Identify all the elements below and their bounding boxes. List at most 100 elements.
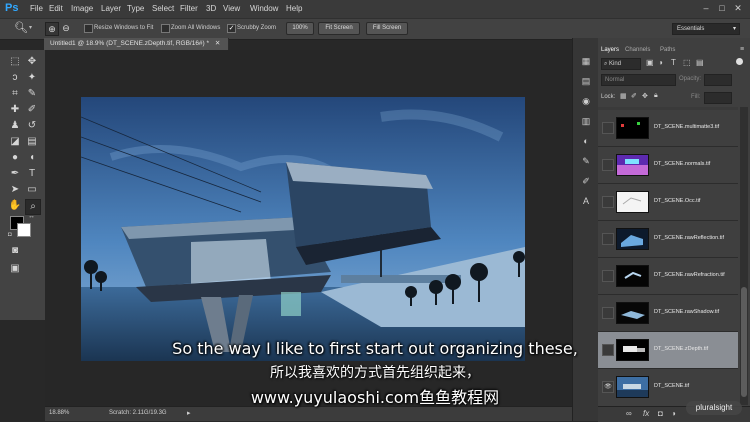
path-select-icon[interactable]: ➤: [8, 183, 22, 197]
menu-view[interactable]: View: [223, 4, 240, 13]
menu-image[interactable]: Image: [71, 4, 93, 13]
type-tool-icon[interactable]: T: [25, 167, 39, 181]
layer-row[interactable]: DT_SCENE.Occ.tif: [598, 184, 738, 221]
lock-transparent-icon[interactable]: ▦: [620, 92, 627, 100]
layer-row[interactable]: DT_SCENE.rawReflection.tif: [598, 221, 738, 258]
crop-tool-icon[interactable]: ⌗: [8, 87, 22, 101]
layer-visibility-toggle[interactable]: [602, 122, 614, 134]
menu-window[interactable]: Window: [250, 4, 278, 13]
history-brush-icon[interactable]: ↺: [25, 119, 39, 133]
resize-windows-checkbox[interactable]: [84, 24, 93, 33]
brush-panel-icon[interactable]: ✐: [579, 174, 593, 188]
layer-visibility-toggle[interactable]: [602, 233, 614, 245]
scrubby-checkbox-checked-icon[interactable]: ✓: [227, 24, 236, 33]
panel-menu-icon[interactable]: ≡: [740, 46, 744, 53]
filter-type-icon[interactable]: T: [671, 58, 676, 67]
menu-3d[interactable]: 3D: [206, 4, 216, 13]
maximize-icon[interactable]: □: [716, 2, 728, 14]
styles-panel-icon[interactable]: ✎: [579, 154, 593, 168]
clone-stamp-icon[interactable]: ♟: [8, 119, 22, 133]
swatches-panel-icon[interactable]: ▥: [579, 114, 593, 128]
link-layers-icon[interactable]: ∞: [626, 409, 632, 418]
fill-field[interactable]: [704, 92, 732, 104]
layer-visibility-toggle[interactable]: [602, 196, 614, 208]
fill-screen-button[interactable]: Fill Screen: [366, 22, 408, 35]
shape-tool-icon[interactable]: ▭: [25, 183, 39, 197]
filter-toggle-icon[interactable]: [736, 58, 743, 65]
brush-tool-icon[interactable]: ✐: [25, 103, 39, 117]
filter-kind-select[interactable]: ⌕ Kind: [601, 58, 641, 70]
adjustment-layer-icon[interactable]: ◑: [671, 409, 676, 418]
menu-edit[interactable]: Edit: [49, 4, 63, 13]
zoom-tool-icon[interactable]: 🔍︎: [14, 21, 28, 34]
dodge-tool-icon[interactable]: ◖: [25, 151, 39, 165]
menu-filter[interactable]: Filter: [180, 4, 198, 13]
close-icon[interactable]: ✕: [732, 2, 744, 14]
layer-row[interactable]: DT_SCENE.normals.tif: [598, 147, 738, 184]
layer-name: DT_SCENE.rawRefraction.tif: [654, 272, 725, 278]
menu-select[interactable]: Select: [152, 4, 174, 13]
fit-screen-button[interactable]: Fit Screen: [318, 22, 360, 35]
filter-shape-icon[interactable]: ⬚: [683, 58, 691, 67]
lock-position-icon[interactable]: ✥: [642, 92, 648, 100]
tab-channels[interactable]: Channels: [625, 47, 650, 53]
blend-mode-select[interactable]: Normal: [601, 74, 676, 86]
minimize-icon[interactable]: –: [700, 2, 712, 14]
layer-mask-icon[interactable]: ◘: [658, 409, 663, 418]
close-tab-icon[interactable]: ✕: [215, 40, 220, 47]
zoom-level[interactable]: 18.88%: [49, 410, 69, 416]
screen-mode-icon[interactable]: ▣: [8, 262, 22, 276]
zoom-out-icon[interactable]: ⊖: [60, 22, 72, 34]
healing-brush-icon[interactable]: ✚: [8, 103, 22, 117]
character-panel-icon[interactable]: A: [579, 194, 593, 208]
menu-layer[interactable]: Layer: [101, 4, 121, 13]
zoom-all-checkbox[interactable]: [161, 24, 170, 33]
hand-tool-icon[interactable]: ✋: [8, 199, 22, 213]
lock-all-icon[interactable]: 🔒︎: [654, 92, 658, 100]
eyedropper-icon[interactable]: ✎: [25, 87, 39, 101]
lasso-tool-icon[interactable]: ↄ: [8, 71, 22, 85]
workspace-select[interactable]: Essentials ▾: [672, 23, 740, 35]
opacity-field[interactable]: [704, 74, 732, 86]
gradient-tool-icon[interactable]: ▤: [25, 135, 39, 149]
swap-colors-icon[interactable]: ↔: [28, 213, 35, 220]
layer-row[interactable]: DT_SCENE.rawRefraction.tif: [598, 258, 738, 295]
document-tab[interactable]: Untitled1 @ 18.9% (DT_SCENE.zDepth.tif, …: [44, 38, 229, 50]
menu-type[interactable]: Type: [127, 4, 144, 13]
filter-smart-object-icon[interactable]: ▤: [696, 58, 704, 67]
tool-preset-chevron-icon[interactable]: ▾: [29, 24, 32, 31]
background-color-swatch[interactable]: [17, 223, 31, 237]
tab-paths[interactable]: Paths: [660, 47, 675, 53]
zoom-100-button[interactable]: 100%: [286, 22, 314, 35]
eraser-icon[interactable]: ◪: [8, 135, 22, 149]
layer-thumbnail: [616, 154, 649, 176]
blur-tool-icon[interactable]: ●: [8, 151, 22, 165]
adjustments-panel-icon[interactable]: ◐: [579, 134, 593, 148]
layer-visibility-toggle[interactable]: [602, 159, 614, 171]
filter-pixel-icon[interactable]: ▣: [646, 58, 654, 67]
tab-layers[interactable]: Layers: [601, 47, 619, 53]
layers-list: DT_SCENE.multimatte3.tif DT_SCENE.normal…: [598, 107, 738, 405]
properties-panel-icon[interactable]: ▤: [579, 74, 593, 88]
color-panel-icon[interactable]: ◉: [579, 94, 593, 108]
layer-row[interactable]: DT_SCENE.multimatte3.tif: [598, 110, 738, 147]
menu-file[interactable]: File: [30, 4, 43, 13]
layer-visibility-toggle[interactable]: [602, 270, 614, 282]
pen-tool-icon[interactable]: ✒: [8, 167, 22, 181]
layers-scrollbar[interactable]: [740, 107, 748, 405]
layer-style-icon[interactable]: fx: [643, 409, 649, 418]
filter-adjustment-icon[interactable]: ◑: [658, 58, 663, 67]
zoom-in-icon[interactable]: ⊕: [45, 22, 59, 36]
move-tool-icon[interactable]: ✥: [25, 55, 39, 69]
quick-mask-icon[interactable]: ◙: [8, 244, 22, 258]
document-canvas[interactable]: [81, 97, 525, 361]
layer-row[interactable]: DT_SCENE.rawShadow.tif: [598, 295, 738, 332]
lock-image-icon[interactable]: ✐: [631, 92, 637, 100]
layer-visibility-toggle[interactable]: [602, 307, 614, 319]
menu-help[interactable]: Help: [286, 4, 302, 13]
marquee-tool-icon[interactable]: ⬚: [8, 55, 22, 69]
history-panel-icon[interactable]: ▦: [579, 54, 593, 68]
magic-wand-icon[interactable]: ✦: [25, 71, 39, 85]
default-colors-icon[interactable]: ◘: [8, 232, 12, 238]
status-menu-arrow-icon[interactable]: ▸: [187, 409, 191, 417]
